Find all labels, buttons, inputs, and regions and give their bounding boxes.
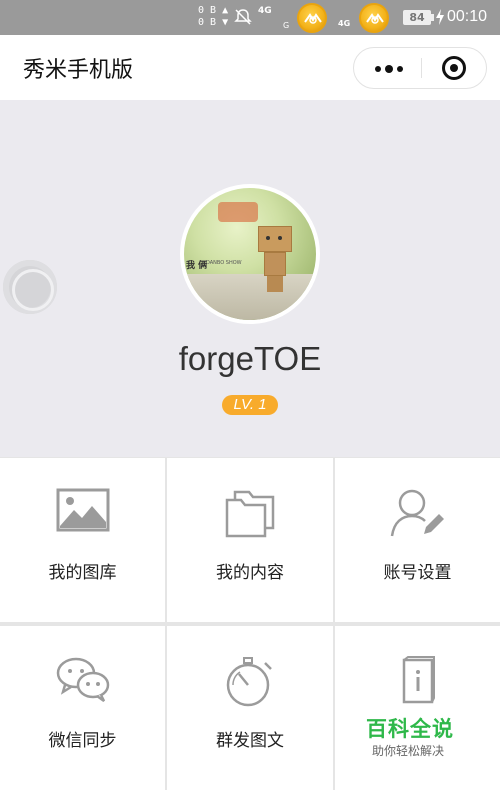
avatar-bg-object xyxy=(218,202,258,222)
page-title: 秀米手机版 xyxy=(23,58,134,83)
danbo-head xyxy=(258,226,292,252)
danbo-legs xyxy=(267,276,283,292)
profile-header: 我 俩 DANBO SHOW forgeTOE LV. 1 xyxy=(0,100,500,457)
charging-icon xyxy=(436,9,444,29)
mini-program-capsule xyxy=(353,47,487,89)
more-options-button[interactable] xyxy=(354,48,420,88)
battery-indicator: 84 xyxy=(403,10,434,25)
close-mini-program-button[interactable] xyxy=(422,48,486,88)
avatar-floor xyxy=(184,274,316,320)
menu-item-label: 群发图文 xyxy=(216,731,284,751)
status-bar: 0 B ▲ 0 B ▼ 4G G 4G 84 00:10 xyxy=(0,0,500,35)
menu-item-wechat-sync[interactable]: 微信同步 xyxy=(0,626,165,790)
menu-item-label: 我的图库 xyxy=(48,563,117,583)
notification-muted-icon xyxy=(234,8,252,30)
menu-item-label: 账号设置 xyxy=(383,563,452,583)
wechat-icon xyxy=(0,656,165,708)
info-book-icon xyxy=(335,656,500,708)
folder-icon xyxy=(167,488,333,540)
floating-assistive-ball[interactable] xyxy=(3,260,57,314)
avatar-caption: 我 俩 xyxy=(186,261,208,271)
coin-app-icon xyxy=(297,3,327,33)
avatar[interactable]: 我 俩 DANBO SHOW xyxy=(180,184,320,324)
status-clock: 00:10 xyxy=(447,8,488,25)
menu-item-label: 我的内容 xyxy=(216,563,284,583)
username: forgeTOE xyxy=(178,340,322,377)
watermark-subtitle: 助你轻松解决 xyxy=(372,744,445,758)
signal-4g-label: 4G xyxy=(258,6,272,16)
more-dot-icon xyxy=(397,66,403,72)
image-icon xyxy=(0,488,165,540)
signal-4g-label-2: 4G xyxy=(338,19,351,28)
more-dot-icon xyxy=(385,65,393,73)
user-edit-icon xyxy=(335,488,500,540)
level-badge: LV. 1 xyxy=(222,395,278,415)
sim-label: G xyxy=(283,21,290,30)
menu-item-my-gallery[interactable]: 我的图库 xyxy=(0,458,165,622)
danbo-body xyxy=(264,252,286,276)
more-dot-icon xyxy=(375,66,381,72)
menu-item-account-settings[interactable]: 账号设置 xyxy=(335,458,500,622)
menu-item-info[interactable] xyxy=(335,626,500,790)
menu-item-broadcast-articles[interactable]: 群发图文 xyxy=(167,626,333,790)
nav-bar: 秀米手机版 xyxy=(0,35,500,100)
coin-app-icon-2 xyxy=(359,3,389,33)
menu-item-label: 微信同步 xyxy=(48,731,117,751)
avatar-caption-small: DANBO SHOW xyxy=(206,260,242,266)
network-speed: 0 B ▲ 0 B ▼ xyxy=(198,5,229,28)
stopwatch-icon xyxy=(167,654,333,707)
watermark-title: 百科全说 xyxy=(366,717,454,741)
target-close-icon xyxy=(442,56,466,80)
menu-item-my-content[interactable]: 我的内容 xyxy=(167,458,333,622)
